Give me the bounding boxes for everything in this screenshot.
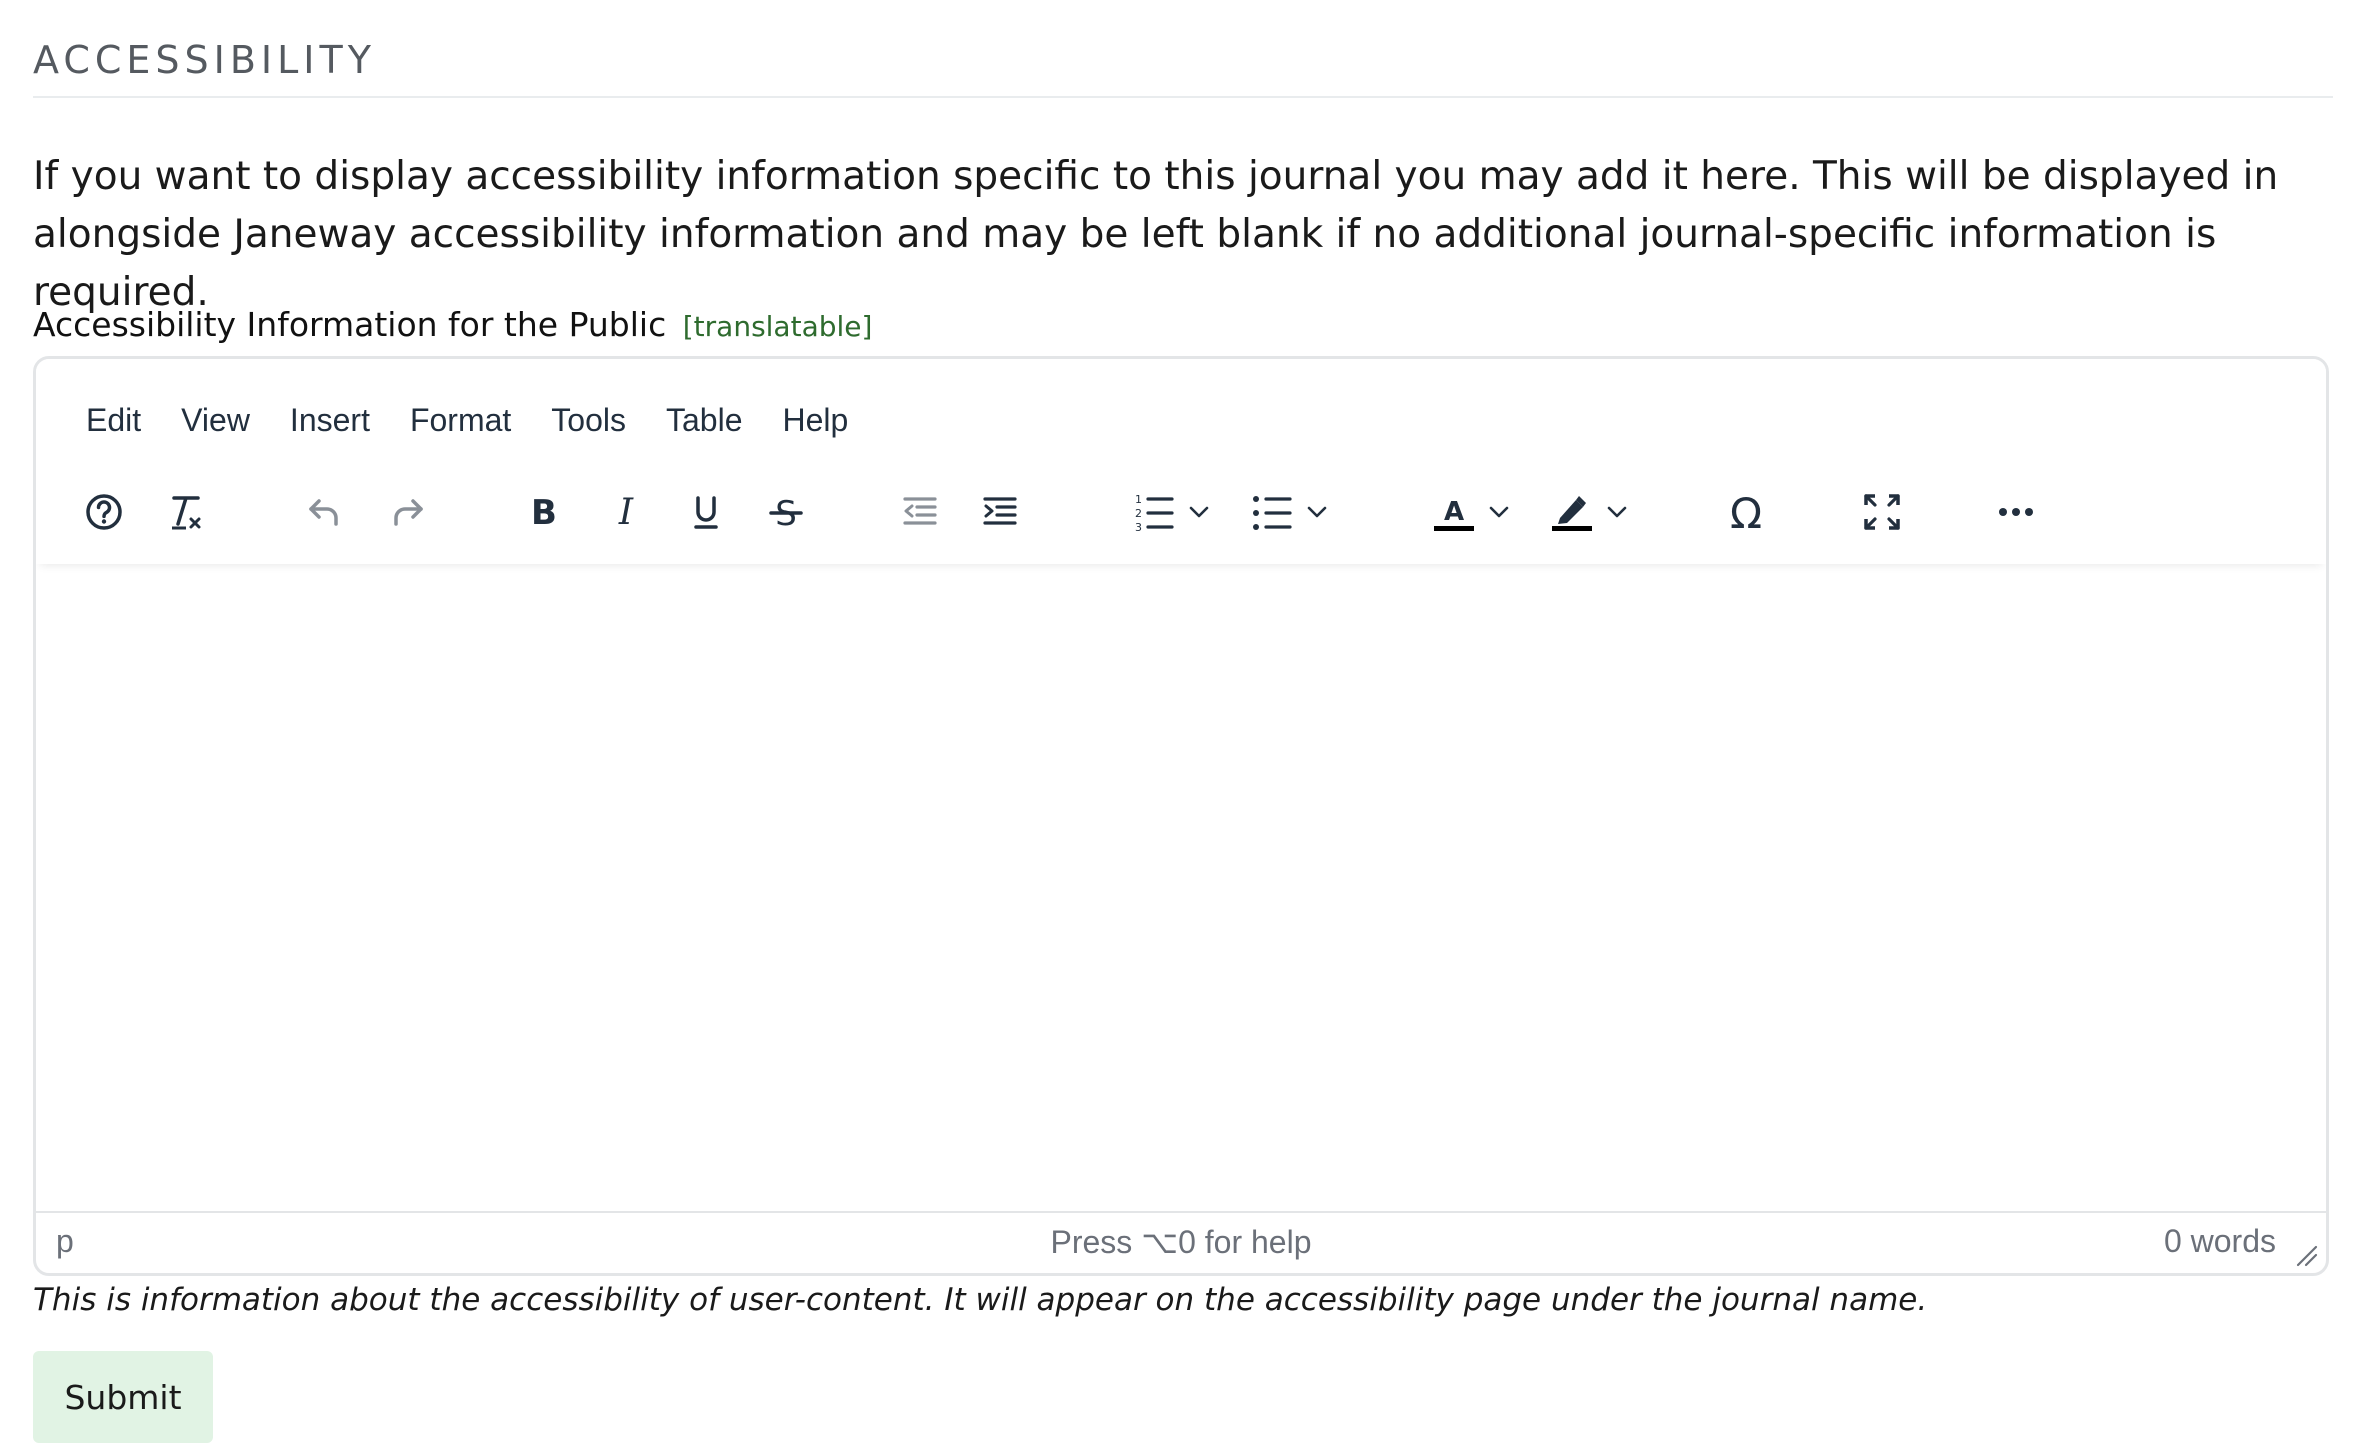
help-button[interactable]	[76, 477, 132, 547]
editor-menubar: Edit View Insert Format Tools Table Help	[66, 395, 868, 445]
bold-button[interactable]: B	[516, 477, 572, 547]
translatable-tag: [translatable]	[682, 310, 873, 343]
numbered-list-dropdown[interactable]	[1182, 477, 1216, 547]
menu-edit[interactable]: Edit	[66, 395, 161, 445]
menu-table[interactable]: Table	[646, 395, 763, 445]
chevron-down-icon	[1189, 506, 1209, 518]
intro-text: If you want to display accessibility inf…	[33, 154, 2279, 315]
outdent-icon	[903, 497, 937, 525]
clear-formatting-button[interactable]	[158, 477, 214, 547]
menu-insert[interactable]: Insert	[270, 395, 390, 445]
field-help-text: This is information about the accessibil…	[33, 1282, 1928, 1318]
undo-button[interactable]	[296, 477, 352, 547]
text-color-dropdown[interactable]	[1482, 477, 1516, 547]
editor-statusbar: p Press ⌥0 for help 0 words	[36, 1211, 2326, 1273]
outdent-button[interactable]	[892, 477, 948, 547]
svg-text:I: I	[618, 492, 634, 532]
clear-formatting-icon	[172, 496, 201, 530]
svg-text:A: A	[1444, 497, 1464, 527]
chevron-down-icon	[1607, 506, 1627, 518]
indent-button[interactable]	[972, 477, 1028, 547]
svg-text:B: B	[531, 493, 557, 532]
numbered-list-icon: 1 2 3	[1135, 493, 1174, 534]
svg-text:Ω: Ω	[1730, 489, 1762, 536]
indent-icon	[983, 497, 1017, 525]
editor-toolbar: B I S 1 2 3 A Ω	[36, 477, 2326, 547]
undo-icon	[309, 499, 338, 526]
strikethrough-button[interactable]: S	[758, 477, 814, 547]
bullet-list-button[interactable]	[1244, 477, 1300, 547]
chevron-down-icon	[1489, 506, 1509, 518]
more-icon	[1999, 508, 2033, 516]
underline-icon	[694, 496, 718, 529]
fullscreen-icon	[1864, 494, 1900, 530]
highlight-color-icon	[1552, 496, 1592, 531]
field-label: Accessibility Information for the Public…	[33, 305, 872, 344]
bullet-list-dropdown[interactable]	[1300, 477, 1334, 547]
menu-tools[interactable]: Tools	[531, 395, 646, 445]
special-character-button[interactable]: Ω	[1716, 477, 1776, 547]
more-button[interactable]	[1988, 477, 2044, 547]
title-divider	[33, 96, 2333, 98]
italic-icon: I	[618, 492, 634, 532]
rich-text-editor: Edit View Insert Format Tools Table Help	[33, 356, 2329, 1276]
strikethrough-icon: S	[769, 494, 803, 532]
underline-button[interactable]	[678, 477, 734, 547]
numbered-list-button[interactable]: 1 2 3	[1126, 477, 1182, 547]
word-count[interactable]: 0 words	[2164, 1223, 2276, 1260]
redo-icon	[394, 499, 423, 526]
menu-format[interactable]: Format	[390, 395, 531, 445]
highlight-color-dropdown[interactable]	[1600, 477, 1634, 547]
editor-content-area[interactable]	[36, 564, 2326, 1209]
special-character-icon: Ω	[1730, 489, 1762, 536]
editor-header: Edit View Insert Format Tools Table Help	[36, 359, 2326, 564]
highlight-color-button[interactable]	[1544, 477, 1600, 547]
bold-icon: B	[531, 493, 557, 532]
resize-handle-icon[interactable]	[2294, 1243, 2318, 1267]
submit-button[interactable]: Submit	[33, 1351, 213, 1443]
help-icon	[86, 494, 122, 530]
menu-view[interactable]: View	[161, 395, 270, 445]
svg-text:1: 1	[1135, 493, 1142, 506]
section-title: ACCESSIBILITY	[33, 38, 376, 82]
field-label-text: Accessibility Information for the Public	[33, 305, 667, 344]
help-shortcut-hint: Press ⌥0 for help	[1050, 1224, 1312, 1260]
redo-button[interactable]	[380, 477, 436, 547]
svg-text:3: 3	[1135, 521, 1142, 534]
text-color-icon: A	[1434, 497, 1474, 531]
chevron-down-icon	[1307, 506, 1327, 518]
text-color-button[interactable]: A	[1426, 477, 1482, 547]
menu-help[interactable]: Help	[763, 395, 869, 445]
italic-button[interactable]: I	[598, 477, 654, 547]
fullscreen-button[interactable]	[1854, 477, 1910, 547]
svg-text:2: 2	[1135, 507, 1142, 520]
bullet-list-icon	[1253, 496, 1292, 530]
